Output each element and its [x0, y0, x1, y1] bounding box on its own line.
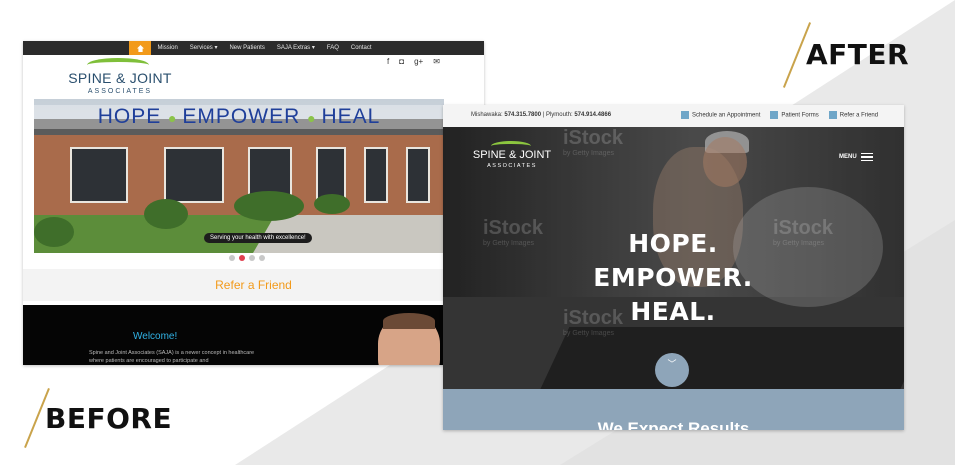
- headline-line-hope: HOPE.: [628, 229, 718, 258]
- hero-window: [364, 147, 388, 203]
- logo-sub: ASSOCIATES: [87, 88, 153, 95]
- home-icon[interactable]: [129, 41, 152, 55]
- phone-separator: |: [542, 112, 545, 118]
- before-website-screenshot: Mission Services ▾ New Patients SAJA Ext…: [23, 41, 484, 365]
- bullet-dot-icon: ●: [307, 110, 322, 126]
- schedule-appointment-label: Schedule an Appointment: [692, 112, 761, 119]
- watermark: iStock by Getty Images: [483, 217, 544, 247]
- refer-a-friend-link[interactable]: Refer a Friend: [23, 269, 484, 301]
- social-links: f ◘ g+ ✉: [387, 57, 440, 66]
- headline-line-empower: EMPOWER.: [593, 263, 753, 292]
- hero-window: [70, 147, 128, 203]
- section-title: We Expect Results: [597, 419, 750, 430]
- forms-icon: [770, 111, 779, 119]
- calendar-icon: [681, 111, 689, 119]
- top-bar-links: Schedule an Appointment Patient Forms Re…: [681, 111, 878, 119]
- hero-bush: [34, 217, 74, 247]
- facebook-icon[interactable]: f: [387, 57, 389, 66]
- location-label-plymouth: Plymouth:: [545, 112, 573, 118]
- after-label: AFTER: [806, 38, 910, 71]
- hero-window: [164, 147, 224, 203]
- carousel-dot-active[interactable]: [239, 255, 245, 261]
- hero-bush: [144, 199, 188, 229]
- welcome-section: Welcome! Spine and Joint Associates (SAJ…: [23, 305, 484, 365]
- carousel-dot[interactable]: [229, 255, 235, 261]
- hero-word-hope: HOPE: [97, 105, 162, 128]
- hero-bush: [314, 194, 350, 214]
- after-website-screenshot: Mishawaka: 574.315.7800 | Plymouth: 574.…: [443, 105, 904, 430]
- nav-item-mission[interactable]: Mission: [151, 41, 183, 55]
- hero-word-empower: EMPOWER: [182, 105, 301, 128]
- after-top-bar: Mishawaka: 574.315.7800 | Plymouth: 574.…: [443, 105, 904, 127]
- email-icon[interactable]: ✉: [433, 57, 440, 66]
- phone-mishawaka[interactable]: 574.315.7800: [504, 112, 541, 118]
- scroll-down-button[interactable]: ﹀: [655, 353, 689, 387]
- before-logo[interactable]: SPINE & JOINT ASSOCIATES: [65, 58, 175, 100]
- logo-sub: ASSOCIATES: [487, 163, 537, 169]
- before-nav-bar: Mission Services ▾ New Patients SAJA Ext…: [23, 41, 484, 55]
- hero-headline: HOPE. EMPOWER. HEAL.: [573, 227, 773, 329]
- phone-numbers: Mishawaka: 574.315.7800 | Plymouth: 574.…: [471, 112, 611, 118]
- patient-forms-link[interactable]: Patient Forms: [770, 111, 819, 119]
- schedule-appointment-link[interactable]: Schedule an Appointment: [681, 111, 760, 119]
- before-hero-slider: HOPE ● EMPOWER ● HEAL Serving your healt…: [34, 99, 444, 253]
- headline-line-heal: HEAL.: [630, 297, 716, 326]
- hero-caption: Serving your health with excellence!: [204, 233, 312, 243]
- carousel-dot[interactable]: [259, 255, 265, 261]
- carousel-dots: [229, 255, 265, 261]
- results-section: We Expect Results: [443, 389, 904, 430]
- after-logo[interactable]: SPINE & JOINT ASSOCIATES: [471, 141, 553, 177]
- hero-bush: [234, 191, 304, 221]
- nav-item-saja-extras[interactable]: SAJA Extras ▾: [271, 41, 321, 55]
- hero-window: [406, 147, 430, 203]
- location-label-mishawaka: Mishawaka:: [471, 112, 503, 118]
- carousel-dot[interactable]: [249, 255, 255, 261]
- nav-item-new-patients[interactable]: New Patients: [223, 41, 270, 55]
- menu-label: MENU: [839, 154, 857, 160]
- hero-word-heal: HEAL: [321, 105, 381, 128]
- googleplus-icon[interactable]: g+: [414, 57, 423, 66]
- welcome-text: Spine and Joint Associates (SAJA) is a n…: [89, 350, 255, 364]
- chevron-down-icon: ﹀: [667, 359, 677, 369]
- bullet-dot-icon: ●: [168, 110, 183, 126]
- nav-item-contact[interactable]: Contact: [345, 41, 378, 55]
- people-icon: [828, 111, 837, 119]
- logo-name: SPINE & JOINT: [472, 149, 552, 161]
- before-label: BEFORE: [45, 402, 173, 435]
- refer-friend-label: Refer a Friend: [839, 112, 879, 119]
- welcome-title: Welcome!: [133, 331, 178, 342]
- refer-friend-link[interactable]: Refer a Friend: [828, 111, 879, 119]
- doctor-hair: [383, 313, 435, 329]
- hero-headline: HOPE ● EMPOWER ● HEAL: [34, 105, 444, 129]
- patient-forms-label: Patient Forms: [781, 112, 819, 119]
- watermark: iStock by Getty Images: [773, 217, 834, 247]
- hamburger-icon: [860, 153, 873, 161]
- logo-name: SPINE & JOINT: [68, 70, 172, 86]
- phone-plymouth[interactable]: 574.914.4866: [574, 112, 611, 118]
- menu-button[interactable]: MENU: [839, 153, 873, 161]
- nav-item-faq[interactable]: FAQ: [321, 41, 345, 55]
- instagram-icon[interactable]: ◘: [399, 57, 404, 66]
- watermark: iStock by Getty Images: [563, 127, 624, 157]
- nav-item-services[interactable]: Services ▾: [184, 41, 224, 55]
- after-hero: iStock by Getty Images iStock by Getty Ima…: [443, 127, 904, 389]
